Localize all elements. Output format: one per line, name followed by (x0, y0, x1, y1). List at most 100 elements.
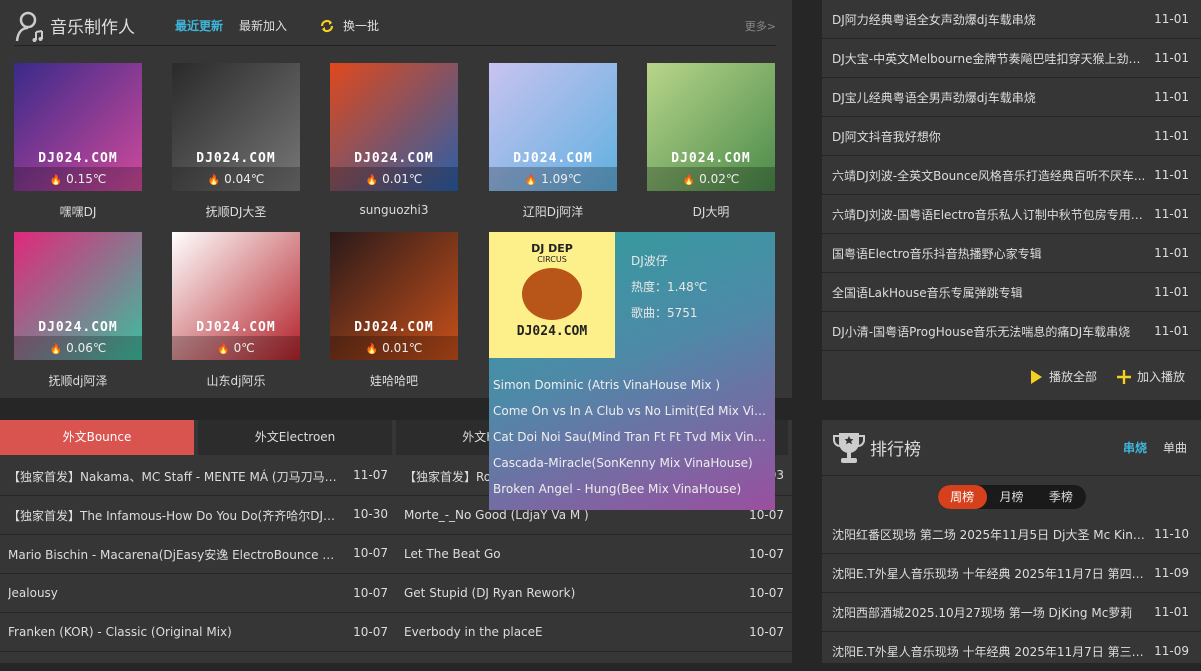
producer-name[interactable]: 抚顺dj阿泽 (14, 372, 142, 389)
producer-name[interactable]: sunguozhi3 (330, 203, 458, 217)
producer-name[interactable]: 辽阳Dj阿洋 (489, 203, 617, 220)
producer-card[interactable]: DJ024.COM 🔥 0.06℃ 抚顺dj阿泽 (14, 232, 142, 389)
mix-title[interactable]: DJ阿文抖音我好想你 (832, 128, 1154, 145)
play-icon[interactable] (1029, 369, 1043, 385)
list-item[interactable]: 六靖DJ刘波-国粤语Electro音乐私人订制中秋节包房专用慢... 11-01 (822, 195, 1201, 234)
producer-name[interactable]: 嘿嘿DJ (14, 203, 142, 220)
producer-cover[interactable]: DJ024.COM 🔥 0.02℃ (647, 63, 775, 191)
producer-card[interactable]: DJ024.COM 🔥 0℃ 山东dj阿乐 (172, 232, 300, 389)
mix-title[interactable]: DJ小清-国粤语ProgHouse音乐无法喘息的痛DJ车载串烧 (832, 323, 1154, 340)
ranking-item[interactable]: 沈阳西部酒城2025.10月27现场 第一场 DjKing Mc萝莉 11-01 (822, 593, 1201, 632)
producer-name[interactable]: 娃哈哈吧 (330, 372, 458, 389)
mix-title[interactable]: DJ阿力经典粤语全女声劲爆dj车载串烧 (832, 11, 1154, 28)
song-item[interactable]: Let The Beat Go 10-07 (396, 547, 792, 561)
list-item[interactable]: DJ阿文抖音我好想你 11-01 (822, 117, 1201, 156)
cover-watermark: DJ024.COM (196, 151, 276, 166)
producer-cover[interactable]: DJ024.COM 🔥 0℃ (172, 232, 300, 360)
ranking-item[interactable]: 沈阳E.T外星人音乐现场 十年经典 2025年11月7日 第四场 ... 11-0… (822, 554, 1201, 593)
mix-title[interactable]: 六靖DJ刘波-全英文Bounce风格音乐打造经典百听不厌车... (832, 167, 1154, 184)
heat-value: 0.01℃ (382, 341, 423, 355)
song-title[interactable]: Mario Bischin - Macarena(DjEasy安逸 Electr… (8, 546, 348, 563)
mix-title[interactable]: DJ大宝-中英文Melbourne金牌节奏飚巴哇扣穿天猴上劲风... (832, 50, 1154, 67)
popup-song-item[interactable]: Simon Dominic (Atris VinaHouse Mix ) (493, 372, 771, 398)
ranking-item[interactable]: 沈阳E.T外星人音乐现场 十年经典 2025年11月7日 第三场 ... 11-0… (822, 632, 1201, 671)
song-title[interactable]: Get Stupid (DJ Ryan Rework) (404, 586, 744, 600)
refresh-button[interactable]: 换一批 (319, 17, 379, 34)
producer-cover[interactable]: DJ024.COM 🔥 0.01℃ (330, 232, 458, 360)
producer-card[interactable]: DJ024.COM 🔥 0.01℃ 娃哈哈吧 (330, 232, 458, 389)
mix-title[interactable]: DJ宝儿经典粤语全男声劲爆dj车载串烧 (832, 89, 1154, 106)
popup-cover[interactable]: DJ DEP CIRCUS DJ024.COM (489, 232, 615, 358)
song-item[interactable]: Jealousy 10-07 (0, 586, 396, 600)
song-item[interactable]: Everbody in the placeE 10-07 (396, 625, 792, 639)
plus-icon[interactable] (1116, 369, 1131, 384)
ranking-title[interactable]: 沈阳西部酒城2025.10月27现场 第一场 DjKing Mc萝莉 (832, 604, 1154, 621)
producer-cover[interactable]: DJ024.COM 🔥 0.01℃ (330, 63, 458, 191)
add-to-play-button[interactable]: 加入播放 (1137, 368, 1185, 385)
list-item[interactable]: DJ阿力经典粤语全女声劲爆dj车载串烧 11-01 (822, 0, 1201, 39)
producer-cover[interactable]: DJ024.COM 🔥 1.09℃ (489, 63, 617, 191)
play-all-button[interactable]: 播放全部 (1049, 368, 1097, 385)
song-item[interactable]: 【独家首发】The Infamous-How Do You Do(齐齐哈尔DJ小… (0, 507, 396, 524)
mix-title[interactable]: 六靖DJ刘波-国粤语Electro音乐私人订制中秋节包房专用慢... (832, 206, 1154, 223)
more-link[interactable]: 更多> (745, 18, 776, 34)
popup-song-item[interactable]: Broken Angel - Hung(Bee Mix VinaHouse) (493, 476, 771, 502)
tab-weekly[interactable]: 周榜 (937, 485, 987, 509)
ranking-item[interactable]: 沈阳红番区现场 第二场 2025年11月5日 Dj大圣 Mc King ... 1… (822, 515, 1201, 554)
song-item[interactable]: Mario Bischin - Macarena(DjEasy安逸 Electr… (0, 546, 396, 563)
producer-cover[interactable]: DJ024.COM 🔥 0.15℃ (14, 63, 142, 191)
producer-name[interactable]: DJ大明 (647, 203, 775, 220)
list-item[interactable]: DJ小清-国粤语ProgHouse音乐无法喘息的痛DJ车载串烧 11-01 (822, 312, 1201, 351)
table-row: Mario Bischin - Macarena(DjEasy安逸 Electr… (0, 535, 792, 574)
producer-card[interactable]: DJ024.COM 🔥 0.02℃ DJ大明 (647, 63, 775, 220)
table-row: Jealousy 10-07 Get Stupid (DJ Ryan Rework)… (0, 574, 792, 613)
ranking-title[interactable]: 沈阳红番区现场 第二场 2025年11月5日 Dj大圣 Mc King ... (832, 526, 1154, 543)
list-item[interactable]: DJ大宝-中英文Melbourne金牌节奏飚巴哇扣穿天猴上劲风... 11-01 (822, 39, 1201, 78)
song-title[interactable]: Jealousy (8, 586, 348, 600)
tab-single[interactable]: 单曲 (1163, 439, 1187, 456)
producer-name[interactable]: 抚顺DJ大圣 (172, 203, 300, 220)
producer-card[interactable]: DJ024.COM 🔥 1.09℃ 辽阳Dj阿洋 (489, 63, 617, 220)
mix-title[interactable]: 全国语LakHouse音乐专属弹跳专辑 (832, 284, 1154, 301)
cover-watermark: DJ024.COM (196, 320, 276, 335)
popup-song-item[interactable]: Come On vs In A Club vs No Limit(Ed Mix … (493, 398, 771, 424)
mix-date: 11-01 (1154, 12, 1189, 26)
tab-quarterly[interactable]: 季榜 (1036, 485, 1085, 509)
popup-name[interactable]: DJ波仔 (631, 248, 707, 274)
song-title[interactable]: Let The Beat Go (404, 547, 744, 561)
tab-mix[interactable]: 串烧 (1123, 439, 1147, 456)
tab-monthly[interactable]: 月榜 (987, 485, 1036, 509)
period-switch: 周榜 月榜 季榜 (937, 485, 1086, 509)
song-item[interactable]: Franken (KOR) - Classic (Original Mix) 10… (0, 625, 396, 639)
tab-newly-added[interactable]: 最新加入 (239, 17, 287, 34)
producer-card[interactable]: DJ024.COM 🔥 0.01℃ sunguozhi3 (330, 63, 458, 217)
flame-icon: 🔥 (49, 344, 63, 355)
song-item[interactable]: Get Stupid (DJ Ryan Rework) 10-07 (396, 586, 792, 600)
list-item[interactable]: DJ宝儿经典粤语全男声劲爆dj车载串烧 11-01 (822, 78, 1201, 117)
producer-card[interactable]: DJ024.COM 🔥 0.04℃ 抚顺DJ大圣 (172, 63, 300, 220)
tab-0[interactable]: 外文Bounce (0, 420, 194, 455)
song-title[interactable]: 【独家首发】The Infamous-How Do You Do(齐齐哈尔DJ小… (8, 507, 348, 524)
producer-card[interactable]: DJ024.COM 🔥 0.15℃ 嘿嘿DJ (14, 63, 142, 220)
mix-title[interactable]: 国粤语Electro音乐抖音热播野心家专辑 (832, 245, 1154, 262)
latest-mixes-panel: DJ阿力经典粤语全女声劲爆dj车载串烧 11-01 DJ大宝-中英文Melbourn… (822, 0, 1201, 400)
producer-cover[interactable]: DJ024.COM 🔥 0.04℃ (172, 63, 300, 191)
tab-recent-update[interactable]: 最近更新 (175, 17, 223, 34)
popup-song-item[interactable]: Cat Doi Noi Sau(Mind Tran Ft Ft Tvd Mix … (493, 424, 771, 450)
list-item[interactable]: 六靖DJ刘波-全英文Bounce风格音乐打造经典百听不厌车... 11-01 (822, 156, 1201, 195)
heat-value: 0.04℃ (224, 172, 265, 186)
song-item[interactable]: 【独家首发】Nakama、MC Staff - MENTE MÁ (刀马刀马)-… (0, 468, 396, 485)
song-title[interactable]: Franken (KOR) - Classic (Original Mix) (8, 625, 348, 639)
producer-name[interactable]: 山东dj阿乐 (172, 372, 300, 389)
producer-cover[interactable]: DJ024.COM 🔥 0.06℃ (14, 232, 142, 360)
list-item[interactable]: 全国语LakHouse音乐专属弹跳专辑 11-01 (822, 273, 1201, 312)
list-item[interactable]: 国粤语Electro音乐抖音热播野心家专辑 11-01 (822, 234, 1201, 273)
popup-song-item[interactable]: Cascada-Miracle(SonKenny Mix VinaHouse) (493, 450, 771, 476)
ranking-title[interactable]: 沈阳E.T外星人音乐现场 十年经典 2025年11月7日 第四场 ... (832, 565, 1154, 582)
ranking-title[interactable]: 沈阳E.T外星人音乐现场 十年经典 2025年11月7日 第三场 ... (832, 643, 1154, 660)
song-title[interactable]: Everbody in the placeE (404, 625, 744, 639)
tab-1[interactable]: 外文Electroen (198, 420, 392, 455)
song-title[interactable]: 【独家首发】Nakama、MC Staff - MENTE MÁ (刀马刀马)-… (8, 468, 348, 485)
song-title[interactable]: Morte_-_No Good (LdjaY Va M ) (404, 508, 744, 522)
song-item[interactable]: Morte_-_No Good (LdjaY Va M ) 10-07 (396, 508, 792, 522)
